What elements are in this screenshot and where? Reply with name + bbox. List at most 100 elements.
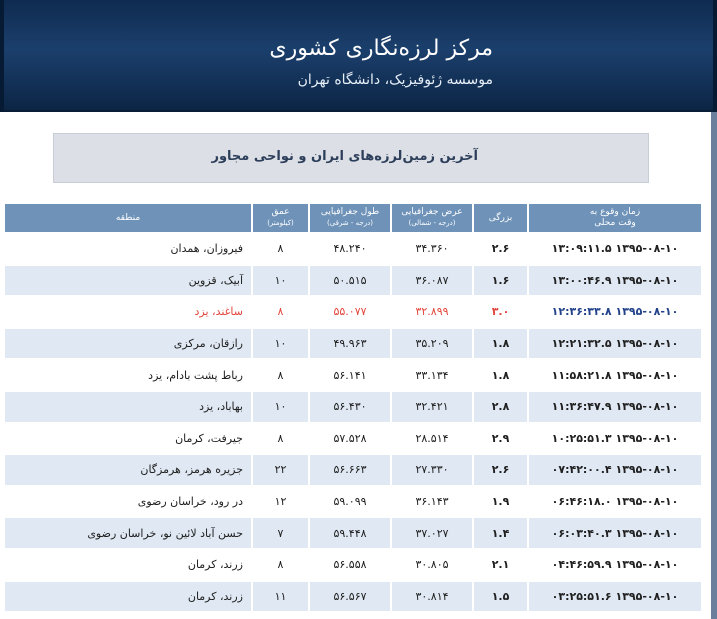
header-latitude: عرض جغرافیایی (درجه - شمالی) [392,204,472,232]
cell-region: آبیک، قزوین [5,265,251,296]
cell-depth: ۱۰ [253,391,308,422]
cell-latitude: ۳۲.۸۹۹ [392,297,472,327]
table-row: ۱۳۹۵-۰۸-۱۰ ۰۶:۴۶:۱۸.۰ ۱.۹ ۳۶.۱۴۳ ۵۹.۰۹۹ … [5,486,701,517]
site-subtitle: موسسه ژئوفیزیک، دانشگاه تهران [297,72,493,88]
cell-magnitude: ۲.۸ [474,391,527,422]
cell-time[interactable]: ۱۳۹۵-۰۸-۱۰ ۰۳:۲۵:۵۱.۶ [529,581,701,612]
cell-region: در رود، خراسان رضوی [5,486,251,517]
cell-region: رباط پشت بادام، یزد [5,360,251,390]
table-row: ۱۳۹۵-۰۸-۱۰ ۰۷:۴۲:۰۰.۴ ۲.۶ ۲۷.۳۳۰ ۵۶.۶۶۳ … [5,455,701,485]
cell-region: بهاباد، یزد [5,391,251,422]
cell-latitude: ۳۰.۸۱۴ [392,581,472,612]
cell-time[interactable]: ۱۳۹۵-۰۸-۱۰ ۰۴:۴۶:۵۹.۹ [529,549,701,580]
cell-depth: ۱۰ [253,265,308,296]
cell-longitude: ۵۵.۰۷۷ [310,297,390,327]
header-region: منطقه [5,204,251,232]
site-header: مرکز لرزه‌نگاری کشوری موسسه ژئوفیزیک، دا… [0,0,717,112]
cell-magnitude: ۱.۹ [474,486,527,517]
cell-latitude: ۳۲.۴۲۱ [392,391,472,422]
header-depth: عمق (کیلومتر) [253,204,308,232]
table-row: ۱۳۹۵-۰۸-۱۰ ۱۱:۳۶:۴۷.۹ ۲.۸ ۳۲.۴۲۱ ۵۶.۴۳۰ … [5,391,701,422]
table-row: ۱۳۹۵-۰۸-۱۰ ۱۳:۰۹:۱۱.۵ ۲.۶ ۳۴.۳۶۰ ۴۸.۲۴۰ … [5,234,701,264]
cell-region: جیرفت، کرمان [5,423,251,454]
section-banner-text: آخرین زمین‌لرزه‌های ایران و نواحی مجاور [211,149,478,164]
cell-magnitude: ۳.۰ [474,297,527,327]
header-time: زمان وقوع به وقت محلی [529,204,701,232]
cell-longitude: ۵۶.۶۶۳ [310,455,390,485]
cell-time[interactable]: ۱۳۹۵-۰۸-۱۰ ۱۱:۳۶:۴۷.۹ [529,391,701,422]
header-latitude-line1: عرض جغرافیایی [401,207,463,217]
cell-longitude: ۵۹.۴۴۸ [310,518,390,548]
cell-magnitude: ۲.۱ [474,549,527,580]
section-banner: آخرین زمین‌لرزه‌های ایران و نواحی مجاور [53,133,649,183]
cell-depth: ۸ [253,360,308,390]
header-time-line1: زمان وقوع به [589,207,641,217]
cell-magnitude: ۱.۸ [474,360,527,390]
cell-longitude: ۵۹.۰۹۹ [310,486,390,517]
cell-latitude: ۳۵.۲۰۹ [392,328,472,359]
cell-depth: ۸ [253,423,308,454]
table-row-highlighted: ۱۳۹۵-۰۸-۱۰ ۱۲:۳۶:۳۳.۸ ۳.۰ ۳۲.۸۹۹ ۵۵.۰۷۷ … [5,297,701,327]
cell-time[interactable]: ۱۳۹۵-۰۸-۱۰ ۱۲:۳۶:۳۳.۸ [529,297,701,327]
table-row: ۱۳۹۵-۰۸-۱۰ ۰۶:۰۳:۴۰.۳ ۱.۴ ۳۷.۰۲۷ ۵۹.۴۴۸ … [5,518,701,548]
cell-longitude: ۵۶.۱۴۱ [310,360,390,390]
cell-time[interactable]: ۱۳۹۵-۰۸-۱۰ ۰۶:۰۳:۴۰.۳ [529,518,701,548]
cell-longitude: ۴۸.۲۴۰ [310,234,390,264]
cell-depth: ۸ [253,297,308,327]
cell-magnitude: ۲.۶ [474,234,527,264]
cell-region: جزیره هرمز، هرمزگان [5,455,251,485]
cell-time[interactable]: ۱۳۹۵-۰۸-۱۰ ۱۰:۲۵:۵۱.۳ [529,423,701,454]
cell-depth: ۱۰ [253,328,308,359]
cell-longitude: ۵۷.۵۲۸ [310,423,390,454]
cell-depth: ۲۲ [253,455,308,485]
cell-latitude: ۲۸.۵۱۴ [392,423,472,454]
cell-magnitude: ۱.۵ [474,581,527,612]
cell-region: حسن آباد لائین نو، خراسان رضوی [5,518,251,548]
cell-depth: ۱۱ [253,581,308,612]
cell-time[interactable]: ۱۳۹۵-۰۸-۱۰ ۱۳:۰۰:۴۶.۹ [529,265,701,296]
cell-time[interactable]: ۱۳۹۵-۰۸-۱۰ ۱۱:۵۸:۲۱.۸ [529,360,701,390]
cell-longitude: ۵۶.۴۳۰ [310,391,390,422]
table-row: ۱۳۹۵-۰۸-۱۰ ۰۳:۲۵:۵۱.۶ ۱.۵ ۳۰.۸۱۴ ۵۶.۵۶۷ … [5,581,701,612]
header-longitude-line1: طول جغرافیایی [320,207,380,217]
earthquake-table: زمان وقوع به وقت محلی بزرگی عرض جغرافیای… [3,202,703,613]
cell-depth: ۷ [253,518,308,548]
table-row: ۱۳۹۵-۰۸-۱۰ ۰۴:۴۶:۵۹.۹ ۲.۱ ۳۰.۸۰۵ ۵۶.۵۵۸ … [5,549,701,580]
site-title: مرکز لرزه‌نگاری کشوری [269,36,493,61]
cell-time[interactable]: ۱۳۹۵-۰۸-۱۰ ۰۶:۴۶:۱۸.۰ [529,486,701,517]
header-time-line2: وقت محلی [594,218,636,228]
cell-latitude: ۳۰.۸۰۵ [392,549,472,580]
table-header-row: زمان وقوع به وقت محلی بزرگی عرض جغرافیای… [5,204,701,232]
table-row: ۱۳۹۵-۰۸-۱۰ ۱۰:۲۵:۵۱.۳ ۲.۹ ۲۸.۵۱۴ ۵۷.۵۲۸ … [5,423,701,454]
cell-depth: ۸ [253,234,308,264]
cell-magnitude: ۱.۴ [474,518,527,548]
cell-latitude: ۳۷.۰۲۷ [392,518,472,548]
cell-magnitude: ۲.۶ [474,455,527,485]
cell-latitude: ۳۶.۱۴۳ [392,486,472,517]
header-left-edge [0,0,4,112]
cell-region: رازقان، مرکزی [5,328,251,359]
header-depth-line2: (کیلومتر) [267,219,294,227]
cell-region: ساغند، یزد [5,297,251,327]
cell-region: زرند، کرمان [5,549,251,580]
header-right-edge [713,0,717,112]
table-row: ۱۳۹۵-۰۸-۱۰ ۱۲:۲۱:۳۲.۵ ۱.۸ ۳۵.۲۰۹ ۴۹.۹۶۳ … [5,328,701,359]
header-longitude: طول جغرافیایی (درجه - شرقی) [310,204,390,232]
cell-time[interactable]: ۱۳۹۵-۰۸-۱۰ ۱۳:۰۹:۱۱.۵ [529,234,701,264]
cell-longitude: ۵۰.۵۱۵ [310,265,390,296]
table-row: ۱۳۹۵-۰۸-۱۰ ۱۳:۰۰:۴۶.۹ ۱.۶ ۳۶.۰۸۷ ۵۰.۵۱۵ … [5,265,701,296]
cell-magnitude: ۲.۹ [474,423,527,454]
cell-longitude: ۵۶.۵۵۸ [310,549,390,580]
cell-time[interactable]: ۱۳۹۵-۰۸-۱۰ ۰۷:۴۲:۰۰.۴ [529,455,701,485]
cell-region: زرند، کرمان [5,581,251,612]
cell-latitude: ۳۴.۳۶۰ [392,234,472,264]
cell-longitude: ۵۶.۵۶۷ [310,581,390,612]
cell-time[interactable]: ۱۳۹۵-۰۸-۱۰ ۱۲:۲۱:۳۲.۵ [529,328,701,359]
header-latitude-line2: (درجه - شمالی) [408,219,456,227]
cell-longitude: ۴۹.۹۶۳ [310,328,390,359]
cell-depth: ۸ [253,549,308,580]
header-depth-line1: عمق [271,207,290,217]
cell-region: فیروزان، همدان [5,234,251,264]
cell-latitude: ۳۶.۰۸۷ [392,265,472,296]
table-row: ۱۳۹۵-۰۸-۱۰ ۱۱:۵۸:۲۱.۸ ۱.۸ ۳۳.۱۳۴ ۵۶.۱۴۱ … [5,360,701,390]
